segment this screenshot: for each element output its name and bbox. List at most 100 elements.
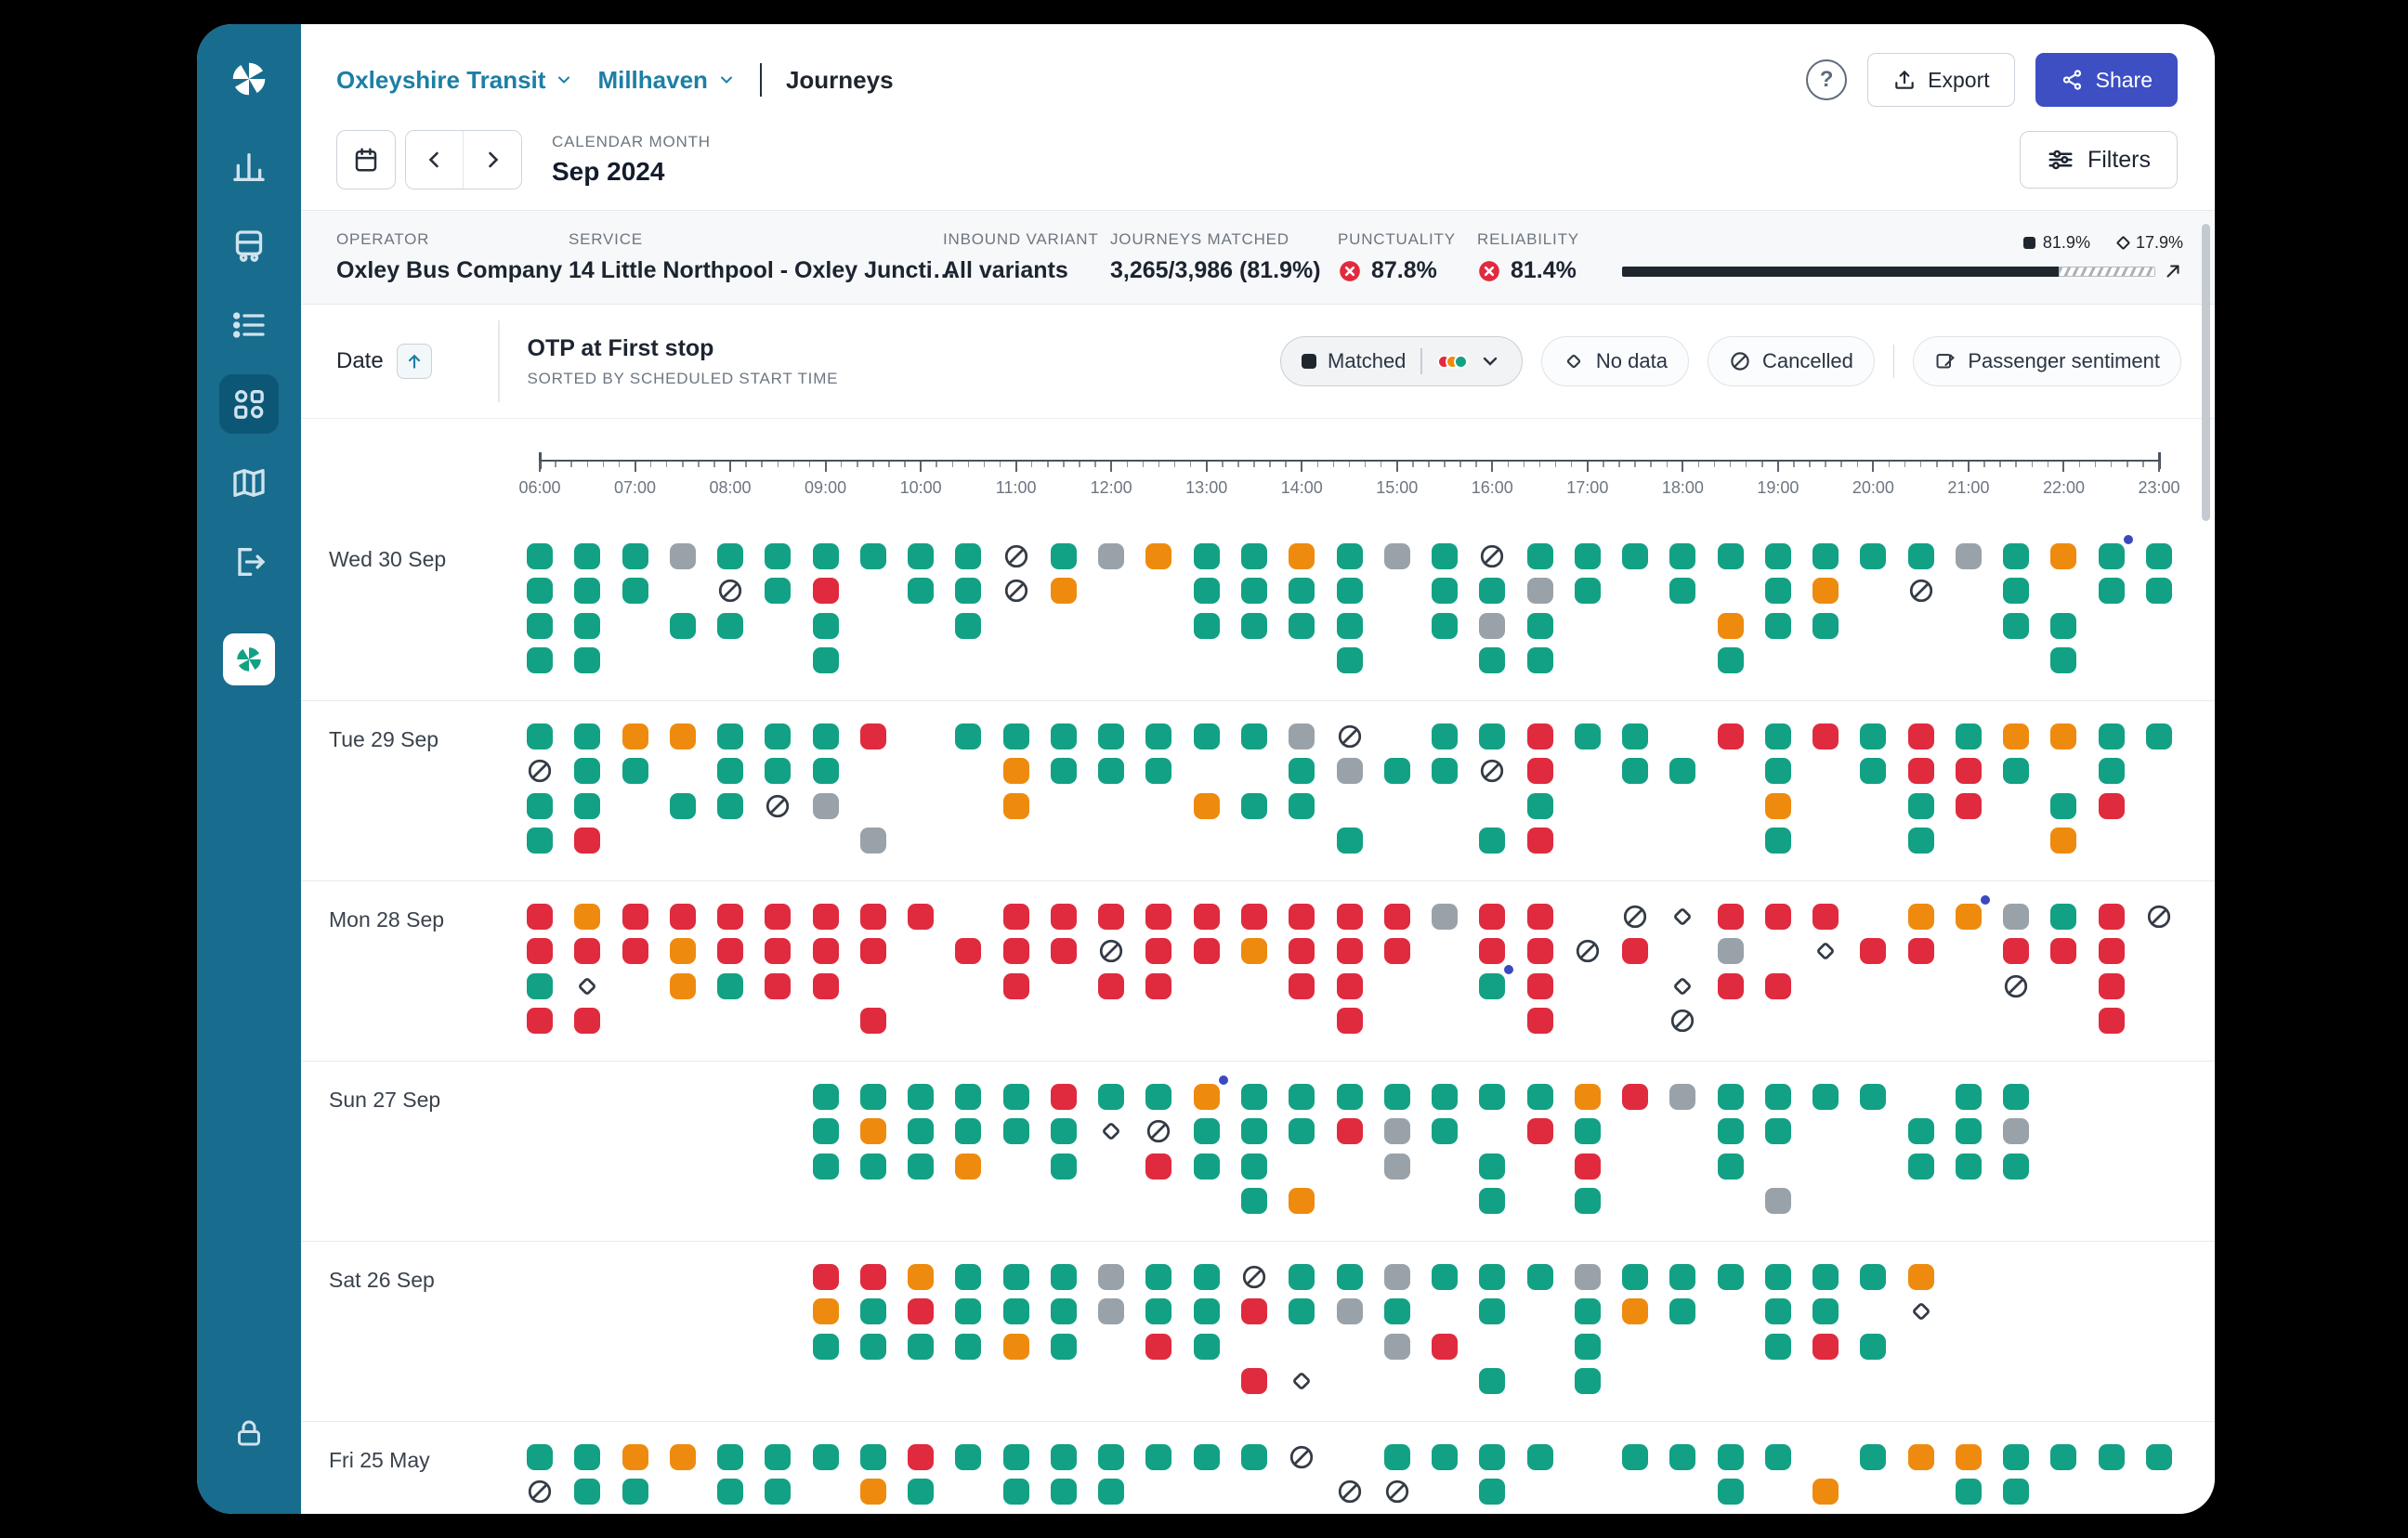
journey-marker[interactable] — [813, 1444, 839, 1470]
cancelled-marker[interactable] — [1240, 1263, 1268, 1291]
journey-marker[interactable] — [1384, 1154, 1410, 1180]
journey-marker[interactable] — [717, 613, 743, 639]
journey-marker[interactable] — [1145, 938, 1171, 964]
journey-marker[interactable] — [1908, 723, 1934, 749]
journey-marker[interactable] — [1956, 543, 1982, 569]
journey-marker[interactable] — [1527, 543, 1553, 569]
journey-marker[interactable] — [1241, 1154, 1267, 1180]
journey-marker[interactable] — [1384, 758, 1410, 784]
cancelled-marker[interactable] — [2145, 903, 2173, 931]
journey-marker[interactable] — [908, 578, 934, 604]
journey-marker[interactable] — [1527, 1008, 1553, 1034]
journey-marker[interactable] — [1908, 1118, 1934, 1144]
journey-marker[interactable] — [574, 1479, 600, 1505]
journey-marker[interactable] — [860, 1008, 886, 1034]
journey-marker[interactable] — [813, 1118, 839, 1144]
journey-marker[interactable] — [1765, 828, 1791, 854]
journey-marker[interactable] — [1098, 1479, 1124, 1505]
journey-marker[interactable] — [1956, 1479, 1982, 1505]
no-data-marker[interactable] — [1669, 903, 1696, 931]
journey-marker[interactable] — [527, 828, 553, 854]
journey-marker[interactable] — [813, 723, 839, 749]
journey-marker[interactable] — [1575, 1084, 1601, 1110]
journey-marker[interactable] — [670, 613, 696, 639]
nav-stop-list[interactable] — [219, 295, 279, 355]
journey-marker[interactable] — [1765, 758, 1791, 784]
journey-marker[interactable] — [860, 1444, 886, 1470]
journey-marker[interactable] — [2003, 1154, 2029, 1180]
no-data-marker[interactable] — [573, 972, 601, 1000]
journey-marker[interactable] — [1956, 1118, 1982, 1144]
journey-marker[interactable] — [1669, 1444, 1695, 1470]
journey-marker[interactable] — [1908, 1264, 1934, 1290]
journey-marker[interactable] — [1908, 938, 1934, 964]
journey-marker[interactable] — [1241, 793, 1267, 819]
cancelled-marker[interactable] — [1621, 903, 1649, 931]
journey-marker[interactable] — [1051, 543, 1077, 569]
journey-marker[interactable] — [1432, 723, 1458, 749]
journey-marker[interactable] — [2099, 938, 2125, 964]
journey-marker[interactable] — [765, 973, 791, 999]
journey-marker[interactable] — [2003, 904, 2029, 930]
journey-marker[interactable] — [813, 973, 839, 999]
journey-marker[interactable] — [1575, 1334, 1601, 1360]
expand-arrow-icon[interactable] — [2163, 261, 2183, 281]
journey-marker[interactable] — [1765, 1298, 1791, 1324]
journey-marker[interactable] — [574, 723, 600, 749]
journey-marker[interactable] — [1384, 1084, 1410, 1110]
journey-marker[interactable] — [2146, 723, 2172, 749]
journey-marker[interactable] — [1479, 1188, 1505, 1214]
journey-marker[interactable] — [1194, 904, 1220, 930]
journey-marker[interactable] — [1479, 828, 1505, 854]
journey-marker[interactable] — [1289, 613, 1315, 639]
nav-map[interactable] — [219, 453, 279, 513]
journey-marker[interactable] — [1194, 1084, 1220, 1110]
journey-marker[interactable] — [1337, 1264, 1363, 1290]
journey-marker[interactable] — [765, 578, 791, 604]
cancelled-marker[interactable] — [1336, 723, 1364, 750]
journey-marker[interactable] — [2146, 578, 2172, 604]
journey-marker[interactable] — [1337, 543, 1363, 569]
journey-marker[interactable] — [574, 543, 600, 569]
journey-marker[interactable] — [1003, 904, 1029, 930]
journey-marker[interactable] — [1575, 723, 1601, 749]
journey-marker[interactable] — [1813, 578, 1839, 604]
journey-marker[interactable] — [2050, 938, 2076, 964]
journey-marker[interactable] — [1003, 1334, 1029, 1360]
journey-marker[interactable] — [574, 758, 600, 784]
journey-marker[interactable] — [1813, 723, 1839, 749]
journey-marker[interactable] — [1956, 1084, 1982, 1110]
journey-marker[interactable] — [1479, 1154, 1505, 1180]
journey-marker[interactable] — [2099, 793, 2125, 819]
journey-marker[interactable] — [1289, 1264, 1315, 1290]
journey-marker[interactable] — [1098, 1444, 1124, 1470]
journey-marker[interactable] — [1289, 723, 1315, 749]
journey-marker[interactable] — [1003, 973, 1029, 999]
journey-marker[interactable] — [1575, 1118, 1601, 1144]
journey-marker[interactable] — [527, 1444, 553, 1470]
journey-marker[interactable] — [908, 1118, 934, 1144]
journey-marker[interactable] — [717, 543, 743, 569]
journey-marker[interactable] — [1479, 1264, 1505, 1290]
journey-marker[interactable] — [955, 613, 981, 639]
cancelled-marker[interactable] — [526, 757, 554, 785]
journey-marker[interactable] — [955, 723, 981, 749]
journey-marker[interactable] — [1003, 1118, 1029, 1144]
journey-marker[interactable] — [860, 1118, 886, 1144]
journey-marker[interactable] — [1337, 1008, 1363, 1034]
cancelled-marker[interactable] — [764, 792, 792, 820]
journey-marker[interactable] — [527, 613, 553, 639]
journey-marker[interactable] — [2099, 723, 2125, 749]
journey-marker[interactable] — [1003, 758, 1029, 784]
journey-marker[interactable] — [1479, 904, 1505, 930]
journey-marker[interactable] — [1527, 1118, 1553, 1144]
journey-marker[interactable] — [1337, 973, 1363, 999]
journey-marker[interactable] — [527, 1008, 553, 1034]
journey-marker[interactable] — [813, 578, 839, 604]
journey-marker[interactable] — [1194, 1298, 1220, 1324]
journey-marker[interactable] — [1432, 613, 1458, 639]
journey-marker[interactable] — [1956, 904, 1982, 930]
journey-marker[interactable] — [1337, 1118, 1363, 1144]
journey-marker[interactable] — [1527, 613, 1553, 639]
journey-marker[interactable] — [2099, 1444, 2125, 1470]
